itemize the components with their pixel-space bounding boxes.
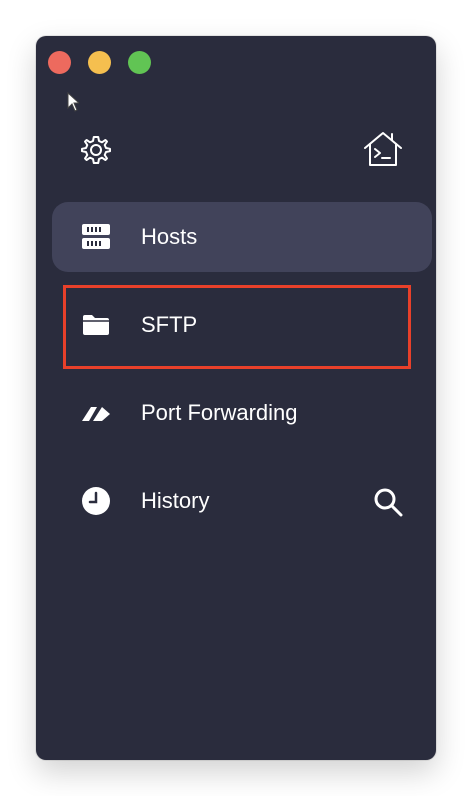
terminal-home-icon[interactable] <box>362 130 404 168</box>
server-icon <box>80 221 112 253</box>
port-forwarding-icon <box>80 397 112 429</box>
sidebar-item-label: Port Forwarding <box>141 400 298 425</box>
minimize-window-button[interactable] <box>88 51 111 74</box>
search-icon[interactable] <box>372 486 404 518</box>
sidebar-item-sftp[interactable]: SFTP <box>52 290 432 360</box>
close-window-button[interactable] <box>48 51 71 74</box>
zoom-window-button[interactable] <box>128 51 151 74</box>
clock-icon <box>80 485 112 517</box>
sidebar-item-port-forwarding[interactable]: Port Forwarding <box>52 378 432 448</box>
mouse-cursor-icon <box>67 92 79 112</box>
gear-icon[interactable] <box>80 134 112 166</box>
sidebar-window: Hosts SFTP Port Forwarding History <box>36 36 436 760</box>
sidebar-item-label: Hosts <box>141 224 198 249</box>
sidebar-item-hosts[interactable]: Hosts <box>52 202 432 272</box>
sidebar-item-label: History <box>141 488 210 513</box>
sidebar-item-label: SFTP <box>141 312 198 337</box>
folder-icon <box>80 309 112 341</box>
